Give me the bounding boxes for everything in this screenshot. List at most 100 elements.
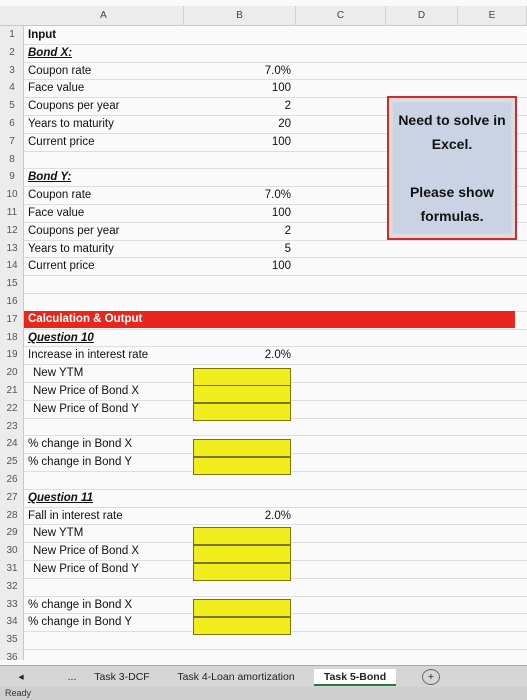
cell-label[interactable]: New YTM (33, 364, 83, 382)
cell-label[interactable]: % change in Bond Y (28, 613, 132, 631)
cell-label[interactable]: Current price (28, 257, 94, 275)
row-number[interactable]: 10 (0, 186, 24, 204)
cell-label[interactable]: New Price of Bond X (33, 542, 139, 560)
cell-label[interactable]: Question 11 (28, 489, 93, 507)
cell-label[interactable]: % change in Bond Y (28, 453, 132, 471)
row-number[interactable]: 23 (0, 418, 24, 436)
column-header-c[interactable]: C (296, 6, 386, 26)
input-price-bond-y-q10[interactable] (193, 403, 291, 421)
row-number[interactable]: 27 (0, 489, 24, 507)
row-number[interactable]: 33 (0, 596, 24, 614)
instruction-note-box[interactable]: Need to solve in Excel. Please show form… (387, 96, 517, 240)
row-number[interactable]: 22 (0, 400, 24, 418)
column-header-d[interactable]: D (386, 6, 458, 26)
row-number[interactable]: 31 (0, 560, 24, 578)
cell-label[interactable]: Question 10 (28, 329, 94, 347)
row-number[interactable]: 18 (0, 329, 24, 347)
row-number[interactable]: 29 (0, 524, 24, 542)
row-number[interactable]: 21 (0, 382, 24, 400)
cell-value[interactable]: 2 (235, 222, 291, 240)
input-pct-change-x-q10[interactable] (193, 439, 291, 457)
input-pct-change-x-q11[interactable] (193, 599, 291, 617)
cell-label[interactable]: Fall in interest rate (28, 507, 123, 525)
column-header-b[interactable]: B (184, 6, 296, 26)
scroll-left-icon[interactable]: ◂ (14, 669, 28, 686)
tab-task-4-loan-amortization[interactable]: Task 4-Loan amortization (170, 669, 302, 686)
row-number[interactable]: 4 (0, 79, 24, 97)
cell-value[interactable]: 20 (235, 115, 291, 133)
row-number[interactable]: 15 (0, 275, 24, 293)
row-number[interactable]: 24 (0, 435, 24, 453)
cell-label[interactable]: Years to maturity (28, 240, 114, 258)
cell-value[interactable]: 100 (235, 79, 291, 97)
row-number[interactable]: 25 (0, 453, 24, 471)
cell-label[interactable]: % change in Bond X (28, 435, 132, 453)
cell-label[interactable]: Face value (28, 204, 84, 222)
row-number[interactable]: 30 (0, 542, 24, 560)
cell-value[interactable]: 2.0% (235, 507, 291, 525)
input-price-bond-y-q11[interactable] (193, 563, 291, 581)
input-price-bond-x-q11[interactable] (193, 545, 291, 563)
row-number[interactable]: 28 (0, 507, 24, 525)
row-number[interactable]: 5 (0, 97, 24, 115)
more-tabs-button[interactable]: ... (60, 669, 84, 686)
note-line-2: Excel. (431, 136, 473, 152)
row-number[interactable]: 1 (0, 26, 24, 44)
cell-value[interactable]: 100 (235, 133, 291, 151)
row-number[interactable]: 35 (0, 631, 24, 649)
cell-value[interactable]: 2.0% (235, 346, 291, 364)
row-number[interactable]: 11 (0, 204, 24, 222)
row-gridline (24, 649, 527, 650)
row-number[interactable]: 9 (0, 168, 24, 186)
row-number[interactable]: 34 (0, 613, 24, 631)
row-number[interactable]: 17 (0, 311, 24, 329)
section-header-calculation-output[interactable]: Calculation & Output (24, 311, 515, 328)
cell-label[interactable]: Increase in interest rate (28, 346, 148, 364)
row-number[interactable]: 8 (0, 151, 24, 169)
cell-label[interactable]: % change in Bond X (28, 596, 132, 614)
cell-label[interactable]: Input (28, 26, 56, 44)
row-number[interactable]: 2 (0, 44, 24, 62)
cell-label[interactable]: New YTM (33, 524, 83, 542)
add-sheet-button[interactable]: + (422, 669, 440, 685)
cell-label[interactable]: New Price of Bond Y (33, 400, 139, 418)
row-number[interactable]: 13 (0, 240, 24, 258)
cell-label[interactable]: Current price (28, 133, 94, 151)
cell-label[interactable]: Coupons per year (28, 222, 119, 240)
cell-label[interactable]: Coupons per year (28, 97, 119, 115)
row-number[interactable]: 19 (0, 346, 24, 364)
row-number[interactable]: 6 (0, 115, 24, 133)
row-number[interactable]: 3 (0, 62, 24, 80)
tab-task-5-bond[interactable]: Task 5-Bond (314, 669, 396, 686)
input-pct-change-y-q10[interactable] (193, 457, 291, 475)
input-new-ytm-q10[interactable] (193, 368, 291, 386)
cell-value[interactable]: 5 (235, 240, 291, 258)
cell-label[interactable]: Bond X: (28, 44, 72, 62)
row-number[interactable]: 26 (0, 471, 24, 489)
note-line-4: formulas. (420, 208, 484, 224)
cell-label[interactable]: Coupon rate (28, 186, 91, 204)
input-price-bond-x-q10[interactable] (193, 385, 291, 403)
row-number[interactable]: 32 (0, 578, 24, 596)
row-number[interactable]: 16 (0, 293, 24, 311)
cell-value[interactable]: 100 (235, 204, 291, 222)
cell-label[interactable]: Coupon rate (28, 62, 91, 80)
row-number[interactable]: 20 (0, 364, 24, 382)
cell-label[interactable]: Face value (28, 79, 84, 97)
input-new-ytm-q11[interactable] (193, 527, 291, 545)
row-number[interactable]: 7 (0, 133, 24, 151)
cell-label[interactable]: New Price of Bond Y (33, 560, 139, 578)
row-number[interactable]: 12 (0, 222, 24, 240)
column-header-e[interactable]: E (458, 6, 527, 26)
cell-value[interactable]: 7.0% (235, 62, 291, 80)
cell-label[interactable]: Bond Y: (28, 168, 71, 186)
column-header-a[interactable]: A (24, 6, 184, 26)
cell-value[interactable]: 2 (235, 97, 291, 115)
tab-task-3-dcf[interactable]: Task 3-DCF (90, 669, 154, 686)
cell-label[interactable]: Years to maturity (28, 115, 114, 133)
cell-value[interactable]: 100 (235, 257, 291, 275)
cell-value[interactable]: 7.0% (235, 186, 291, 204)
cell-label[interactable]: New Price of Bond X (33, 382, 139, 400)
row-number[interactable]: 14 (0, 257, 24, 275)
input-pct-change-y-q11[interactable] (193, 617, 291, 635)
